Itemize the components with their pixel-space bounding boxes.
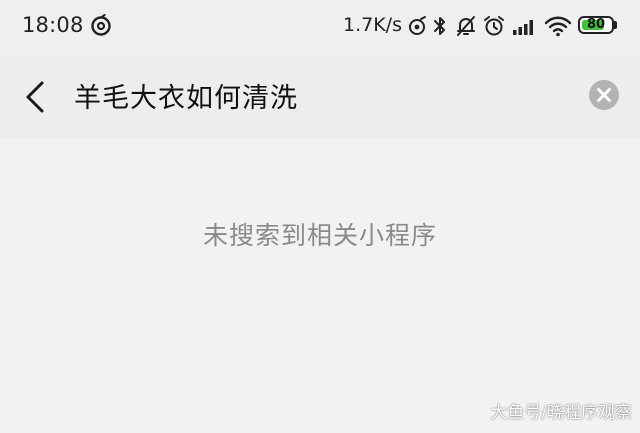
back-arrow-icon[interactable] [22, 80, 48, 114]
bluetooth-icon [434, 17, 445, 35]
status-time: 18:08 [22, 13, 84, 37]
clear-search-icon[interactable] [588, 79, 620, 111]
network-speed: 1.7K/s [343, 14, 402, 36]
hotspot-icon [409, 16, 426, 35]
alarm-icon [484, 16, 504, 36]
empty-results-message: 未搜索到相关小程序 [202, 221, 437, 250]
watermark: 大鱼号/晓程序观察 [490, 403, 632, 423]
battery-cap [614, 21, 617, 29]
status-bar: 18:08 1.7K/s 80 [0, 0, 640, 54]
battery-icon: 80 [578, 16, 614, 34]
search-input[interactable]: 羊毛大衣如何清洗 [74, 76, 298, 115]
battery-level: 80 [586, 17, 606, 32]
netease-music-icon [91, 13, 111, 36]
mute-icon [457, 16, 475, 36]
signal-icon [513, 20, 533, 35]
wifi-icon [544, 16, 572, 37]
search-bar: 羊毛大衣如何清洗 [0, 54, 640, 138]
